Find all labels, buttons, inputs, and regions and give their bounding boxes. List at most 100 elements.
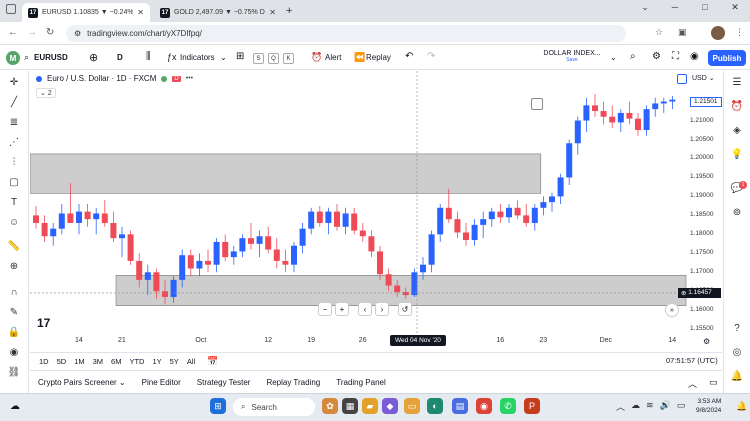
edge-browser-icon[interactable]: ◐ (427, 398, 443, 414)
layout-s-button[interactable]: S (253, 53, 264, 64)
text-tool-icon[interactable]: T (7, 197, 21, 208)
zoom-in-button[interactable]: + (335, 302, 349, 316)
scroll-to-realtime-button[interactable]: » (665, 303, 679, 317)
redo-icon[interactable]: ↷ (427, 51, 435, 62)
range-all[interactable]: All (187, 357, 195, 366)
utc-clock[interactable]: 07:51:57 (UTC) (666, 356, 718, 365)
maximize-icon[interactable]: □ (690, 2, 720, 13)
crosshair-icon[interactable]: ✛ (7, 77, 21, 88)
zoom-in-icon[interactable]: ⊕ (7, 261, 21, 272)
compare-symbol-icon[interactable]: ⊕ (89, 51, 98, 64)
projection-tool-icon[interactable]: ⫶ (7, 157, 21, 168)
watchlist-icon[interactable]: ☰ (730, 77, 744, 88)
site-info-icon[interactable]: ⚙ (74, 29, 81, 38)
go-to-date-calendar-icon[interactable]: 📅 (207, 356, 218, 367)
currency-select[interactable]: USD ⌄ (692, 74, 715, 82)
notifications-bell-icon[interactable]: 🔔 (730, 371, 744, 382)
user-profile-avatar[interactable]: M (6, 51, 20, 65)
interval-button[interactable]: D (117, 53, 123, 62)
file-explorer-icon[interactable]: ▰ (362, 398, 378, 414)
range-5d[interactable]: 5D (57, 357, 67, 366)
chevron-down-icon[interactable]: ⌄ (610, 53, 617, 62)
whatsapp-icon[interactable]: ✆ (500, 398, 516, 414)
tab-crypto-pairs-screener[interactable]: Crypto Pairs Screener ⌄ (38, 378, 126, 387)
indicator-toggle[interactable]: ⌄ 2 (36, 88, 56, 98)
magnet-icon[interactable]: ∩ (7, 287, 21, 298)
emoji-icon[interactable]: ☺ (7, 217, 21, 228)
more-options-icon[interactable]: ••• (186, 75, 193, 82)
close-tab-icon[interactable]: ✕ (137, 8, 144, 17)
ruler-icon[interactable]: 📏 (7, 241, 21, 252)
battery-icon[interactable]: ▭ (677, 400, 686, 413)
symbol-search-icon[interactable]: ⌕ (24, 52, 29, 63)
store-icon[interactable]: ▤ (452, 398, 468, 414)
range-3m[interactable]: 3M (93, 357, 103, 366)
indicators-icon[interactable]: ƒx (167, 52, 177, 62)
maximize-panel-icon[interactable]: ▭ (709, 377, 718, 390)
notification-center-icon[interactable]: 🔔 (736, 401, 747, 412)
browser-tab-eurusd[interactable]: 17 EURUSD 1.10835 ▼ −0.24% DX ✕ (22, 3, 150, 22)
trend-line-icon[interactable]: ╱ (7, 97, 21, 108)
reload-icon[interactable]: ↻ (46, 27, 54, 38)
ideas-lightbulb-icon[interactable]: 💡 (730, 149, 744, 160)
axis-settings-icon[interactable]: ⚙ (703, 337, 710, 346)
chevron-down-icon[interactable]: ⌄ (220, 53, 227, 62)
range-1m[interactable]: 1M (74, 357, 84, 366)
taskbar-search[interactable]: ⌕ Search (233, 398, 315, 416)
close-window-icon[interactable]: ✕ (720, 2, 750, 13)
chart-type-candles-icon[interactable]: ⫼ (146, 51, 151, 62)
scroll-right-button[interactable]: › (375, 302, 389, 316)
symbol-name-button[interactable]: EURUSD (34, 53, 68, 62)
demand-supply-zone[interactable] (30, 153, 542, 194)
layout-q-button[interactable]: Q (268, 53, 279, 64)
bookmark-star-icon[interactable]: ☆ (655, 27, 663, 38)
tab-overview-icon[interactable] (6, 4, 16, 14)
new-tab-icon[interactable]: + (286, 5, 292, 17)
tab-search-chevron-icon[interactable]: ⌄ (630, 2, 660, 13)
weather-icon[interactable]: ☁ (10, 401, 20, 412)
lock-icon[interactable]: 🔒 (7, 327, 21, 338)
settings-gear-icon[interactable]: ⚙ (652, 51, 661, 62)
layout-name-button[interactable]: DOLLAR INDEX... Save (532, 50, 612, 67)
replay-button[interactable]: Replay (366, 53, 391, 62)
quick-search-icon[interactable]: ⌕ (630, 51, 636, 62)
range-6m[interactable]: 6M (111, 357, 121, 366)
fullscreen-icon[interactable]: ⛶ (672, 51, 679, 62)
alert-button[interactable]: Alert (325, 53, 341, 62)
expand-panel-icon[interactable]: ︿ (688, 377, 697, 390)
scroll-left-button[interactable]: ‹ (358, 302, 372, 316)
chrome-icon[interactable]: ◉ (476, 398, 492, 414)
tab-strategy-tester[interactable]: Strategy Tester (197, 378, 251, 387)
url-field[interactable]: ⚙ tradingview.com/chart/yX7DIfpq/ (66, 25, 626, 42)
alerts-clock-icon[interactable]: ⏰ (730, 101, 744, 112)
publish-button[interactable]: Publish (708, 50, 746, 66)
tab-trading-panel[interactable]: Trading Panel (336, 378, 386, 387)
wifi-icon[interactable]: ≋ (646, 400, 654, 413)
range-5y[interactable]: 5Y (170, 357, 179, 366)
powerpoint-icon[interactable]: P (524, 398, 540, 414)
scale-square-icon[interactable] (677, 74, 687, 84)
folder-icon[interactable]: ▭ (404, 398, 420, 414)
browser-menu-icon[interactable]: ⋮ (735, 27, 744, 38)
range-1y[interactable]: 1Y (152, 357, 161, 366)
layout-k-button[interactable]: K (283, 53, 294, 64)
extensions-icon[interactable]: ▣ (678, 27, 687, 38)
zoom-out-button[interactable]: − (318, 302, 332, 316)
tab-pine-editor[interactable]: Pine Editor (142, 378, 181, 387)
tray-chevron-icon[interactable]: ︿ (616, 400, 625, 413)
snapshot-camera-icon[interactable]: ◉ (690, 51, 699, 62)
range-ytd[interactable]: YTD (129, 357, 144, 366)
templates-grid-icon[interactable]: ⊞ (236, 51, 244, 62)
taskbar-clock[interactable]: 3:53 AM 9/8/2024 (696, 397, 721, 415)
windows-start-icon[interactable]: ⊞ (210, 398, 226, 414)
eye-visibility-icon[interactable]: ◉ (7, 347, 21, 358)
onedrive-icon[interactable]: ☁ (631, 400, 640, 413)
close-tab-icon[interactable]: ✕ (269, 8, 276, 17)
help-icon[interactable]: ? (730, 323, 744, 334)
volume-icon[interactable]: 🔊 (660, 400, 671, 413)
minimize-icon[interactable]: ─ (660, 2, 690, 13)
undo-icon[interactable]: ↶ (405, 51, 413, 62)
data-window-icon[interactable]: ◎ (730, 347, 744, 358)
indicators-button[interactable]: Indicators (180, 53, 215, 62)
browser-tab-gold[interactable]: 17 GOLD 2,497.09 ▼ −0.75% DOLLA ✕ (154, 3, 282, 22)
